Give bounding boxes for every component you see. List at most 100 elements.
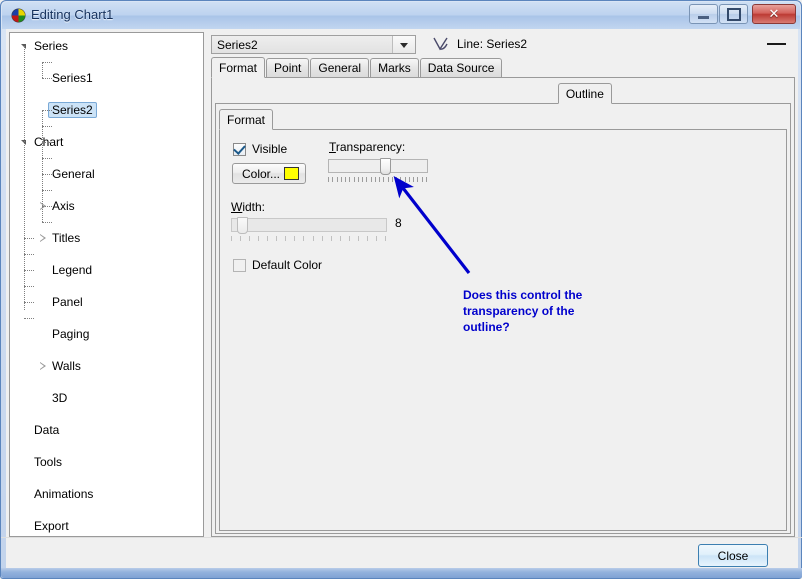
editing-chart-window: Editing Chart1 ✕ Series Series1 Series2 Cha… (0, 0, 802, 579)
annotation-line: Does this control the (463, 288, 583, 302)
series-selector-dropdown-button[interactable] (392, 36, 415, 53)
tree-item-series[interactable]: Series (10, 38, 203, 54)
tree-guide-horizontal (24, 238, 34, 239)
slider-tick (331, 236, 332, 241)
slider-tick (366, 177, 367, 182)
tree-item-label: Axis (52, 199, 75, 213)
slider-tick (417, 177, 418, 182)
tab-data-source[interactable]: Data Source (419, 58, 503, 77)
slider-tick (303, 236, 304, 241)
navigation-tree-panel[interactable]: Series Series1 Series2 Chart General Axis Titl… (9, 32, 204, 537)
slider-tick (358, 236, 359, 241)
tree-item-chart[interactable]: Chart (10, 134, 203, 150)
slider-tick (349, 177, 350, 182)
tab-outline[interactable]: Outline (557, 83, 612, 104)
slider-tick (396, 177, 397, 182)
tree-item-titles[interactable]: Titles (10, 230, 203, 246)
tab-format[interactable]: Format (211, 57, 266, 78)
tree-item-label: Legend (52, 263, 93, 277)
slider-tick (375, 177, 376, 182)
width-slider-thumb[interactable] (237, 217, 248, 234)
slider-tick (332, 177, 333, 182)
tree-item-axis[interactable]: Axis (10, 198, 203, 214)
tree-guide-horizontal (42, 126, 52, 127)
check-icon (233, 142, 246, 155)
slider-tick (328, 177, 329, 182)
annotation-line: transparency of the (463, 304, 575, 318)
slider-tick (400, 177, 401, 182)
default-color-checkbox[interactable] (233, 259, 246, 272)
tab-point[interactable]: Point (266, 58, 310, 77)
transparency-slider-thumb[interactable] (380, 158, 391, 175)
tree-item-3d[interactable]: 3D (10, 390, 203, 406)
tree-item-export[interactable]: Export (10, 518, 203, 534)
annotation-text: Does this control the transparency of the… (463, 287, 582, 335)
tree-item-label: Series2 (48, 102, 97, 118)
series-selector-combobox[interactable]: Series2 (211, 35, 416, 54)
title-bar: Editing Chart1 ✕ (2, 2, 800, 29)
series-selector-value: Series2 (217, 38, 258, 52)
tree-item-paging[interactable]: Paging (10, 326, 203, 342)
slider-tick (413, 177, 414, 182)
tree-item-label: Titles (52, 231, 81, 245)
window-bottom-frame (1, 568, 802, 578)
expander-closed-inner (40, 363, 44, 369)
tree-item-series1[interactable]: Series1 (10, 70, 203, 86)
navigation-tree[interactable]: Series Series1 Series2 Chart General Axis Titl… (10, 38, 203, 533)
expander-closed-inner (40, 235, 44, 241)
tree-item-label: Walls (52, 359, 81, 373)
color-swatch (284, 167, 299, 180)
tree-item-panel[interactable]: Panel (10, 294, 203, 310)
tab-general[interactable]: General (310, 58, 370, 77)
slider-tick (345, 177, 346, 182)
minimize-button[interactable] (689, 4, 718, 24)
slider-tick (249, 236, 250, 241)
tree-item-general[interactable]: General (10, 166, 203, 182)
close-icon: ✕ (768, 6, 780, 21)
tree-item-animations[interactable]: Animations (10, 486, 203, 502)
transparency-slider-track (328, 159, 428, 173)
slider-tick (388, 177, 389, 182)
close-button[interactable]: Close (698, 544, 768, 567)
footer-divider (1, 537, 802, 538)
tree-item-tools[interactable]: Tools (10, 454, 203, 470)
tab-format[interactable]: Format (219, 109, 274, 130)
close-window-button[interactable]: ✕ (752, 4, 796, 24)
tree-item-legend[interactable]: Legend (10, 262, 203, 278)
tree-guide-horizontal (24, 302, 34, 303)
tree-guide-horizontal (42, 158, 52, 159)
slider-tick (349, 236, 350, 241)
visible-label: Visible (252, 142, 288, 156)
visible-checkbox[interactable] (233, 142, 246, 156)
slider-tick (354, 177, 355, 182)
slider-tick (340, 236, 341, 241)
tree-item-walls[interactable]: Walls (10, 358, 203, 374)
maximize-button[interactable] (719, 4, 748, 24)
tree-guide-horizontal (42, 78, 52, 79)
slider-tick (385, 236, 386, 241)
slider-tick (358, 177, 359, 182)
slider-tick (362, 177, 363, 182)
tree-guide-horizontal (24, 318, 34, 319)
minimize-panel-icon[interactable] (767, 43, 786, 45)
tab-marks[interactable]: Marks (370, 58, 419, 77)
tree-guide-horizontal (42, 110, 52, 111)
tree-item-data[interactable]: Data (10, 422, 203, 438)
tree-guide-horizontal (24, 254, 34, 255)
slider-tick (341, 177, 342, 182)
tab-bar-level1[interactable]: Format Point General Marks Data Source (211, 57, 795, 78)
tree-item-label: General (52, 167, 95, 181)
annotation-line: outline? (463, 320, 510, 334)
slider-tick (258, 236, 259, 241)
slider-tick (337, 177, 338, 182)
slider-tick (376, 236, 377, 241)
tree-item-label: Series1 (52, 71, 93, 85)
tree-item-series2[interactable]: Series2 (10, 102, 203, 118)
window-title: Editing Chart1 (31, 7, 114, 22)
slider-tick (367, 236, 368, 241)
width-slider-ticks (231, 236, 387, 242)
width-label: Width: (231, 200, 266, 214)
color-button[interactable]: Color... (232, 163, 306, 184)
slider-tick (409, 177, 410, 182)
tree-item-label: Data (34, 423, 60, 437)
